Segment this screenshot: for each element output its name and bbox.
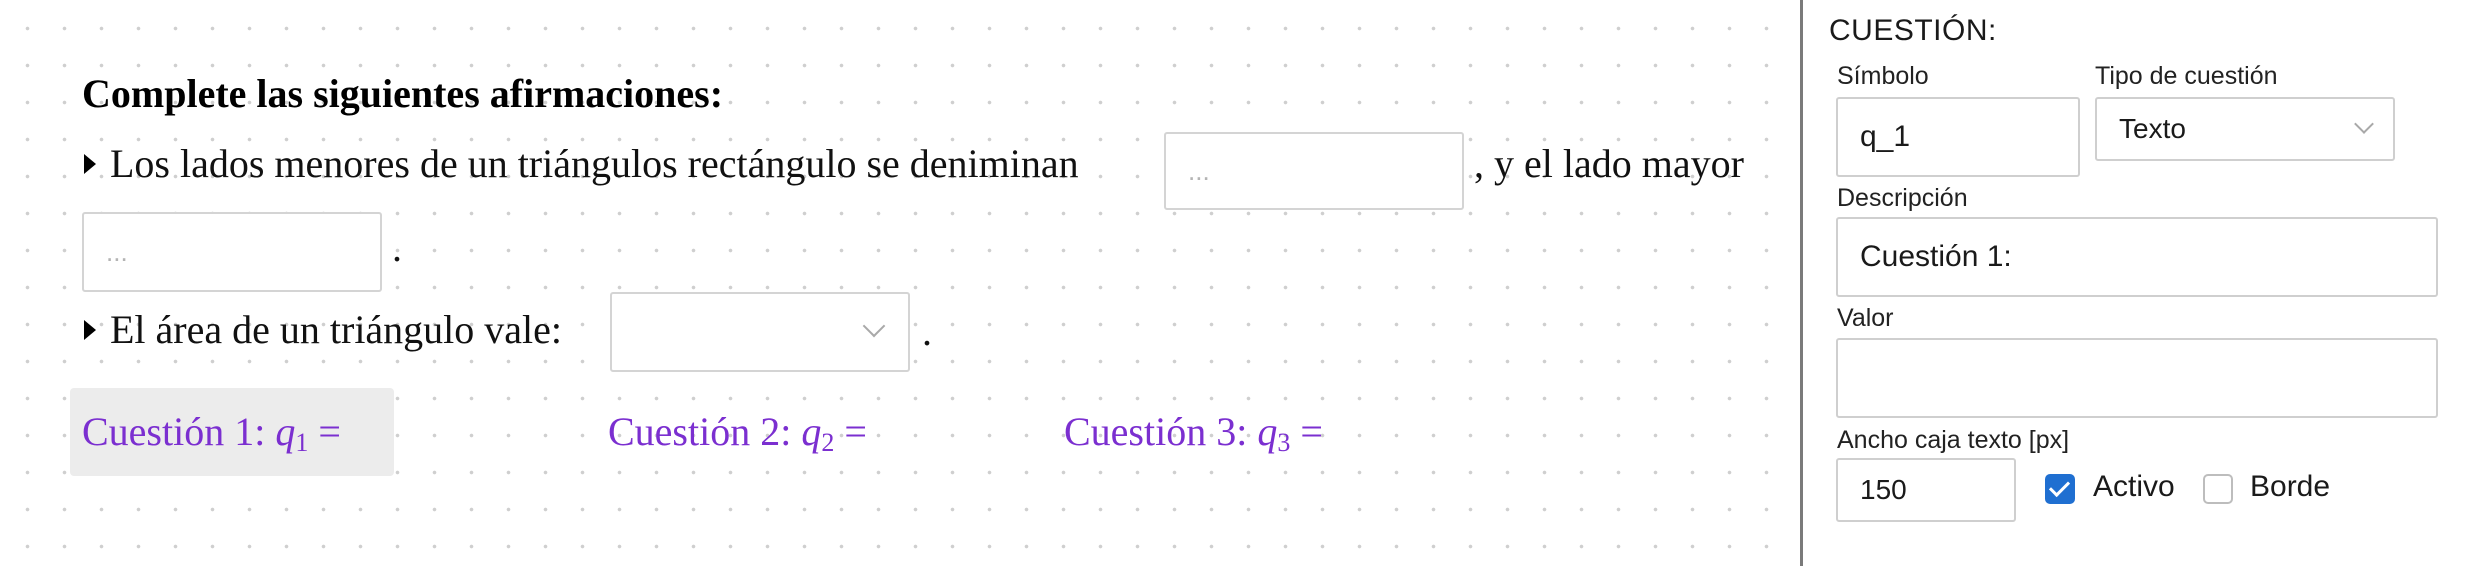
value-label: Valor (1837, 304, 1894, 332)
worksheet-canvas[interactable]: Complete las siguientes afirmaciones: Lo… (0, 0, 1800, 566)
answer-blank-1-placeholder: ... (1188, 155, 1210, 186)
border-label: Borde (2250, 470, 2331, 503)
chevron-down-icon (862, 314, 886, 338)
answer-blank-2-placeholder: ... (106, 236, 128, 267)
textbox-width-value: 150 (1860, 474, 1907, 505)
question-2-label: Cuestión 2: (608, 409, 792, 454)
question-type-value: Texto (2119, 113, 2186, 144)
question-2[interactable]: Cuestión 2: q2 = (608, 408, 867, 458)
symbol-value: q_1 (1860, 120, 1911, 153)
statement-2-end: . (922, 309, 932, 354)
statement-1-suffix: , y el lado mayor (1474, 141, 1744, 186)
question-3-sub: 3 (1277, 428, 1291, 457)
checkmark-icon (2048, 475, 2071, 498)
active-checkbox[interactable] (2045, 474, 2075, 504)
question-1-sub: 1 (295, 428, 309, 457)
question-2-eq: = (844, 409, 867, 454)
answer-dropdown[interactable] (610, 292, 910, 372)
question-2-var: q (801, 409, 822, 454)
textbox-width-label: Ancho caja texto [px] (1837, 426, 2070, 454)
question-3-eq: = (1300, 409, 1323, 454)
question-1-var: q (275, 409, 296, 454)
border-checkbox[interactable] (2203, 474, 2233, 504)
question-type-label: Tipo de cuestión (2095, 62, 2278, 90)
question-type-select[interactable]: Texto (2095, 97, 2395, 161)
question-1-label: Cuestión 1: (82, 409, 266, 454)
statement-1-text: Los lados menores de un triángulos rectá… (110, 141, 1079, 186)
symbol-label: Símbolo (1837, 62, 1929, 90)
question-properties-panel: CUESTIÓN: Símbolo q_1 Tipo de cuestión T… (1803, 0, 2480, 566)
description-value: Cuestión 1: (1860, 240, 2012, 273)
panel-title: CUESTIÓN: (1829, 14, 1997, 47)
question-3-var: q (1257, 409, 1278, 454)
description-label: Descripción (1837, 184, 1968, 212)
question-3-label: Cuestión 3: (1064, 409, 1248, 454)
question-1-eq: = (318, 409, 341, 454)
description-input[interactable]: Cuestión 1: (1836, 217, 2438, 297)
value-input[interactable] (1836, 338, 2438, 418)
bullet-triangle-icon (84, 153, 96, 174)
statement-1-end: . (392, 225, 402, 270)
answer-blank-2-input[interactable]: ... (82, 212, 382, 292)
question-3[interactable]: Cuestión 3: q3 = (1064, 408, 1323, 458)
answer-blank-1-input[interactable]: ... (1164, 132, 1464, 210)
textbox-width-input[interactable]: 150 (1836, 458, 2016, 522)
statement-line-2: El área de un triángulo vale: (82, 306, 562, 353)
bullet-triangle-icon (84, 319, 96, 340)
worksheet-heading: Complete las siguientes afirmaciones: (82, 71, 724, 116)
chevron-down-icon (2354, 114, 2374, 134)
statement-line-1: Los lados menores de un triángulos rectá… (82, 140, 1079, 187)
symbol-input[interactable]: q_1 (1836, 97, 2080, 177)
active-label: Activo (2093, 470, 2175, 503)
question-2-sub: 2 (821, 428, 835, 457)
question-1[interactable]: Cuestión 1: q1 = (82, 408, 341, 458)
statement-2-text: El área de un triángulo vale: (110, 307, 563, 352)
